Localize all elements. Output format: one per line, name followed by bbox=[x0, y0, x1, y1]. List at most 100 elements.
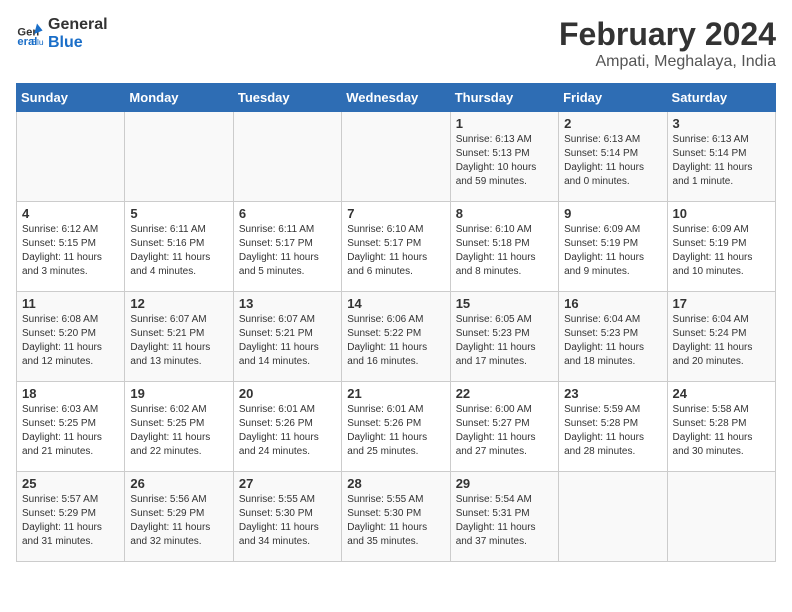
calendar-cell: 6 Sunrise: 6:11 AMSunset: 5:17 PMDaylight… bbox=[233, 202, 341, 292]
day-info: Sunrise: 6:12 AMSunset: 5:15 PMDaylight:… bbox=[22, 223, 119, 279]
calendar-cell: 12 Sunrise: 6:07 AMSunset: 5:21 PMDayligh… bbox=[125, 292, 233, 382]
calendar-cell: 18 Sunrise: 6:03 AMSunset: 5:25 PMDayligh… bbox=[17, 382, 125, 472]
day-number: 16 bbox=[564, 296, 661, 311]
calendar-week-row: 18 Sunrise: 6:03 AMSunset: 5:25 PMDayligh… bbox=[17, 382, 776, 472]
calendar-title: February 2024 bbox=[559, 16, 776, 53]
day-info: Sunrise: 5:55 AMSunset: 5:30 PMDaylight:… bbox=[239, 493, 336, 549]
day-number: 12 bbox=[130, 296, 227, 311]
calendar-cell: 23 Sunrise: 5:59 AMSunset: 5:28 PMDayligh… bbox=[559, 382, 667, 472]
day-number: 27 bbox=[239, 476, 336, 491]
day-info: Sunrise: 6:07 AMSunset: 5:21 PMDaylight:… bbox=[130, 313, 227, 369]
day-number: 1 bbox=[456, 116, 553, 131]
day-number: 7 bbox=[347, 206, 444, 221]
calendar-week-row: 1 Sunrise: 6:13 AMSunset: 5:13 PMDaylight… bbox=[17, 112, 776, 202]
day-info: Sunrise: 6:00 AMSunset: 5:27 PMDaylight:… bbox=[456, 403, 553, 459]
calendar-cell: 2 Sunrise: 6:13 AMSunset: 5:14 PMDaylight… bbox=[559, 112, 667, 202]
day-info: Sunrise: 6:04 AMSunset: 5:23 PMDaylight:… bbox=[564, 313, 661, 369]
calendar-cell bbox=[17, 112, 125, 202]
logo: Gen eral Blue General Blue bbox=[16, 16, 108, 51]
day-number: 10 bbox=[673, 206, 770, 221]
day-number: 21 bbox=[347, 386, 444, 401]
calendar-cell: 13 Sunrise: 6:07 AMSunset: 5:21 PMDayligh… bbox=[233, 292, 341, 382]
day-info: Sunrise: 5:58 AMSunset: 5:28 PMDaylight:… bbox=[673, 403, 770, 459]
day-number: 29 bbox=[456, 476, 553, 491]
day-header-tuesday: Tuesday bbox=[233, 84, 341, 112]
day-number: 22 bbox=[456, 386, 553, 401]
day-info: Sunrise: 6:13 AMSunset: 5:14 PMDaylight:… bbox=[564, 133, 661, 189]
day-number: 6 bbox=[239, 206, 336, 221]
day-number: 14 bbox=[347, 296, 444, 311]
calendar-cell: 27 Sunrise: 5:55 AMSunset: 5:30 PMDayligh… bbox=[233, 472, 341, 562]
calendar-week-row: 25 Sunrise: 5:57 AMSunset: 5:29 PMDayligh… bbox=[17, 472, 776, 562]
day-info: Sunrise: 5:59 AMSunset: 5:28 PMDaylight:… bbox=[564, 403, 661, 459]
day-number: 18 bbox=[22, 386, 119, 401]
day-number: 2 bbox=[564, 116, 661, 131]
day-info: Sunrise: 6:01 AMSunset: 5:26 PMDaylight:… bbox=[239, 403, 336, 459]
day-number: 19 bbox=[130, 386, 227, 401]
day-number: 25 bbox=[22, 476, 119, 491]
day-info: Sunrise: 6:04 AMSunset: 5:24 PMDaylight:… bbox=[673, 313, 770, 369]
day-header-saturday: Saturday bbox=[667, 84, 775, 112]
calendar-cell: 3Sunrise: 6:13 AMSunset: 5:14 PMDaylight… bbox=[667, 112, 775, 202]
calendar-table: SundayMondayTuesdayWednesdayThursdayFrid… bbox=[16, 83, 776, 562]
day-header-friday: Friday bbox=[559, 84, 667, 112]
calendar-cell: 7 Sunrise: 6:10 AMSunset: 5:17 PMDaylight… bbox=[342, 202, 450, 292]
day-header-wednesday: Wednesday bbox=[342, 84, 450, 112]
day-number: 26 bbox=[130, 476, 227, 491]
calendar-cell: 19 Sunrise: 6:02 AMSunset: 5:25 PMDayligh… bbox=[125, 382, 233, 472]
day-number: 9 bbox=[564, 206, 661, 221]
day-info: Sunrise: 6:05 AMSunset: 5:23 PMDaylight:… bbox=[456, 313, 553, 369]
day-number: 13 bbox=[239, 296, 336, 311]
day-number: 5 bbox=[130, 206, 227, 221]
calendar-cell: 15Sunrise: 6:05 AMSunset: 5:23 PMDayligh… bbox=[450, 292, 558, 382]
day-number: 28 bbox=[347, 476, 444, 491]
day-info: Sunrise: 6:01 AMSunset: 5:26 PMDaylight:… bbox=[347, 403, 444, 459]
day-info: Sunrise: 5:56 AMSunset: 5:29 PMDaylight:… bbox=[130, 493, 227, 549]
day-number: 8 bbox=[456, 206, 553, 221]
calendar-cell: 20 Sunrise: 6:01 AMSunset: 5:26 PMDayligh… bbox=[233, 382, 341, 472]
day-number: 11 bbox=[22, 296, 119, 311]
day-header-sunday: Sunday bbox=[17, 84, 125, 112]
calendar-cell: 14Sunrise: 6:06 AMSunset: 5:22 PMDayligh… bbox=[342, 292, 450, 382]
calendar-body: 1 Sunrise: 6:13 AMSunset: 5:13 PMDaylight… bbox=[17, 112, 776, 562]
calendar-header-row: SundayMondayTuesdayWednesdayThursdayFrid… bbox=[17, 84, 776, 112]
calendar-cell: 25 Sunrise: 5:57 AMSunset: 5:29 PMDayligh… bbox=[17, 472, 125, 562]
day-info: Sunrise: 5:55 AMSunset: 5:30 PMDaylight:… bbox=[347, 493, 444, 549]
calendar-cell: 26 Sunrise: 5:56 AMSunset: 5:29 PMDayligh… bbox=[125, 472, 233, 562]
calendar-cell: 4Sunrise: 6:12 AMSunset: 5:15 PMDaylight… bbox=[17, 202, 125, 292]
day-number: 3 bbox=[673, 116, 770, 131]
calendar-cell: 17Sunrise: 6:04 AMSunset: 5:24 PMDayligh… bbox=[667, 292, 775, 382]
calendar-week-row: 4Sunrise: 6:12 AMSunset: 5:15 PMDaylight… bbox=[17, 202, 776, 292]
svg-text:Blue: Blue bbox=[31, 37, 44, 47]
day-info: Sunrise: 5:57 AMSunset: 5:29 PMDaylight:… bbox=[22, 493, 119, 549]
day-info: Sunrise: 6:07 AMSunset: 5:21 PMDaylight:… bbox=[239, 313, 336, 369]
calendar-cell bbox=[667, 472, 775, 562]
logo-icon: Gen eral Blue bbox=[16, 20, 44, 48]
calendar-cell: 22 Sunrise: 6:00 AMSunset: 5:27 PMDayligh… bbox=[450, 382, 558, 472]
calendar-cell: 28 Sunrise: 5:55 AMSunset: 5:30 PMDayligh… bbox=[342, 472, 450, 562]
calendar-cell bbox=[125, 112, 233, 202]
calendar-cell: 11Sunrise: 6:08 AMSunset: 5:20 PMDayligh… bbox=[17, 292, 125, 382]
day-info: Sunrise: 6:13 AMSunset: 5:13 PMDaylight:… bbox=[456, 133, 553, 189]
calendar-cell: 29Sunrise: 5:54 AMSunset: 5:31 PMDayligh… bbox=[450, 472, 558, 562]
day-info: Sunrise: 6:09 AMSunset: 5:19 PMDaylight:… bbox=[564, 223, 661, 279]
calendar-subtitle: Ampati, Meghalaya, India bbox=[559, 53, 776, 71]
calendar-cell: 21 Sunrise: 6:01 AMSunset: 5:26 PMDayligh… bbox=[342, 382, 450, 472]
day-info: Sunrise: 6:11 AMSunset: 5:17 PMDaylight:… bbox=[239, 223, 336, 279]
calendar-cell: 9 Sunrise: 6:09 AMSunset: 5:19 PMDaylight… bbox=[559, 202, 667, 292]
day-number: 23 bbox=[564, 386, 661, 401]
day-info: Sunrise: 6:09 AMSunset: 5:19 PMDaylight:… bbox=[673, 223, 770, 279]
day-info: Sunrise: 6:11 AMSunset: 5:16 PMDaylight:… bbox=[130, 223, 227, 279]
day-info: Sunrise: 6:02 AMSunset: 5:25 PMDaylight:… bbox=[130, 403, 227, 459]
calendar-cell: 16 Sunrise: 6:04 AMSunset: 5:23 PMDayligh… bbox=[559, 292, 667, 382]
day-header-thursday: Thursday bbox=[450, 84, 558, 112]
day-number: 24 bbox=[673, 386, 770, 401]
day-number: 20 bbox=[239, 386, 336, 401]
calendar-cell: 10 Sunrise: 6:09 AMSunset: 5:19 PMDayligh… bbox=[667, 202, 775, 292]
day-info: Sunrise: 6:10 AMSunset: 5:17 PMDaylight:… bbox=[347, 223, 444, 279]
calendar-week-row: 11Sunrise: 6:08 AMSunset: 5:20 PMDayligh… bbox=[17, 292, 776, 382]
calendar-cell bbox=[559, 472, 667, 562]
day-info: Sunrise: 6:10 AMSunset: 5:18 PMDaylight:… bbox=[456, 223, 553, 279]
day-info: Sunrise: 6:03 AMSunset: 5:25 PMDaylight:… bbox=[22, 403, 119, 459]
calendar-cell: 1 Sunrise: 6:13 AMSunset: 5:13 PMDaylight… bbox=[450, 112, 558, 202]
